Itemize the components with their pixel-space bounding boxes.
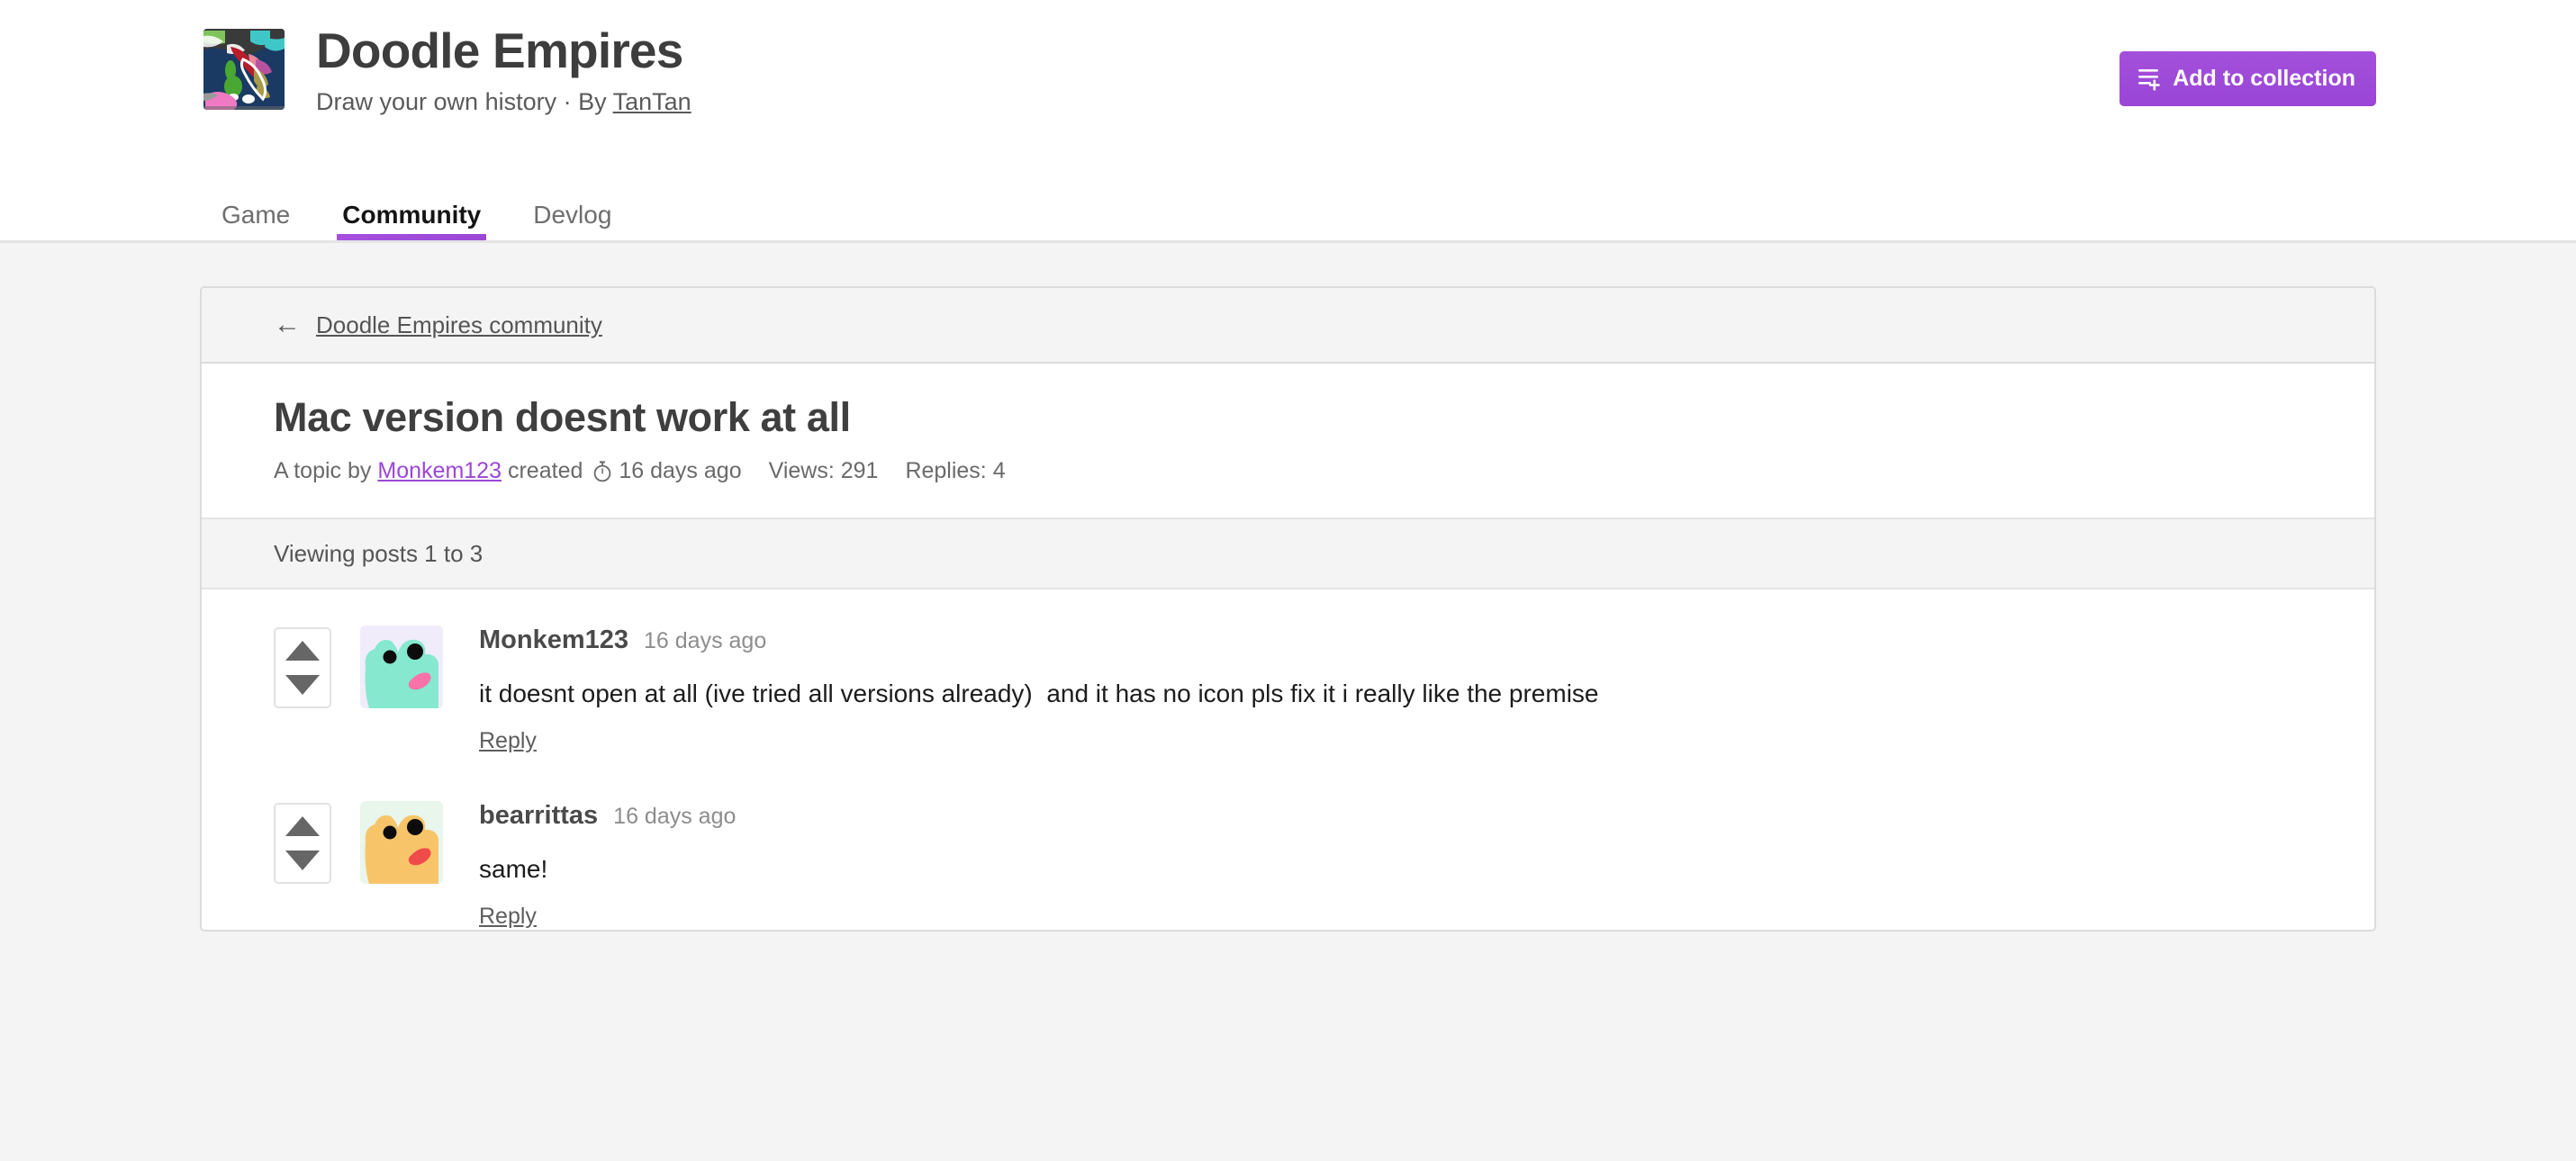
- post-body: bearrittas 16 days ago same! Reply: [479, 801, 736, 930]
- topic-author-link[interactable]: Monkem123: [377, 460, 502, 482]
- post-list: Monkem123 16 days ago it doesnt open at …: [202, 589, 2374, 930]
- post-text: it doesnt open at all (ive tried all ver…: [479, 679, 1599, 707]
- downvote-arrow-icon[interactable]: [285, 850, 320, 870]
- upvote-arrow-icon[interactable]: [285, 640, 320, 661]
- topic-replies: Replies: 4: [905, 458, 1006, 484]
- tab-devlog[interactable]: Devlog: [511, 202, 633, 240]
- post-item: Monkem123 16 days ago it doesnt open at …: [202, 590, 2374, 754]
- post-body: Monkem123 16 days ago it doesnt open at …: [479, 626, 1598, 754]
- upvote-arrow-icon[interactable]: [285, 815, 320, 836]
- topic-meta-prefix: A topic by: [274, 458, 372, 484]
- page-header: Doodle Empires Draw your own history · B…: [0, 0, 2576, 243]
- post-timestamp: 16 days ago: [644, 627, 767, 653]
- post-text: same!: [479, 854, 548, 883]
- breadcrumb[interactable]: ← Doodle Empires community: [274, 310, 602, 340]
- stopwatch-icon: [592, 460, 613, 483]
- vote-control: [274, 626, 331, 708]
- reply-link[interactable]: Reply: [479, 904, 537, 930]
- breadcrumb-link-label: Doodle Empires community: [316, 311, 602, 338]
- post-item: bearrittas 16 days ago same! Reply: [202, 754, 2374, 930]
- topic-meta: A topic by Monkem123 created 16 days ago …: [274, 460, 2374, 483]
- post-header: Monkem123 16 days ago: [479, 626, 1598, 653]
- add-to-collection-label: Add to collection: [2173, 66, 2355, 91]
- post-timestamp: 16 days ago: [613, 803, 737, 829]
- avatar[interactable]: [360, 800, 443, 884]
- game-author-link[interactable]: TanTan: [613, 88, 691, 115]
- viewing-posts-bar: Viewing posts 1 to 3: [202, 518, 2374, 590]
- avatar[interactable]: [360, 625, 443, 708]
- add-to-collection-icon: [2138, 67, 2162, 91]
- post-author-link[interactable]: Monkem123: [479, 626, 628, 653]
- add-to-collection-button[interactable]: Add to collection: [2120, 51, 2376, 106]
- vote-control: [274, 802, 331, 884]
- game-tagline: Draw your own history · By TanTan: [316, 87, 691, 115]
- topic-created-ago: 16 days ago: [619, 458, 742, 484]
- tab-community[interactable]: Community: [321, 202, 502, 240]
- topic-meta-created: created: [507, 458, 583, 484]
- content-wrap: ← Doodle Empires community Mac version d…: [0, 243, 2576, 932]
- topic-header: Mac version doesnt work at all A topic b…: [202, 364, 2374, 519]
- tagline-text: Draw your own history · By: [316, 87, 613, 115]
- page-title: Doodle Empires: [316, 22, 683, 78]
- topic-panel: ← Doodle Empires community Mac version d…: [200, 286, 2376, 932]
- reply-link[interactable]: Reply: [479, 728, 537, 754]
- panel-breadcrumb-bar: ← Doodle Empires community: [202, 288, 2374, 364]
- topic-views: Views: 291: [768, 458, 879, 484]
- downvote-arrow-icon[interactable]: [285, 674, 320, 695]
- tab-game[interactable]: Game: [200, 202, 312, 240]
- post-header: bearrittas 16 days ago: [479, 802, 737, 829]
- back-arrow-icon: ←: [274, 310, 301, 339]
- topic-title: Mac version doesnt work at all: [274, 394, 851, 440]
- game-thumbnail-icon[interactable]: [203, 29, 285, 110]
- nav-tabs: Game Community Devlog: [0, 202, 642, 240]
- post-author-link[interactable]: bearrittas: [479, 802, 598, 829]
